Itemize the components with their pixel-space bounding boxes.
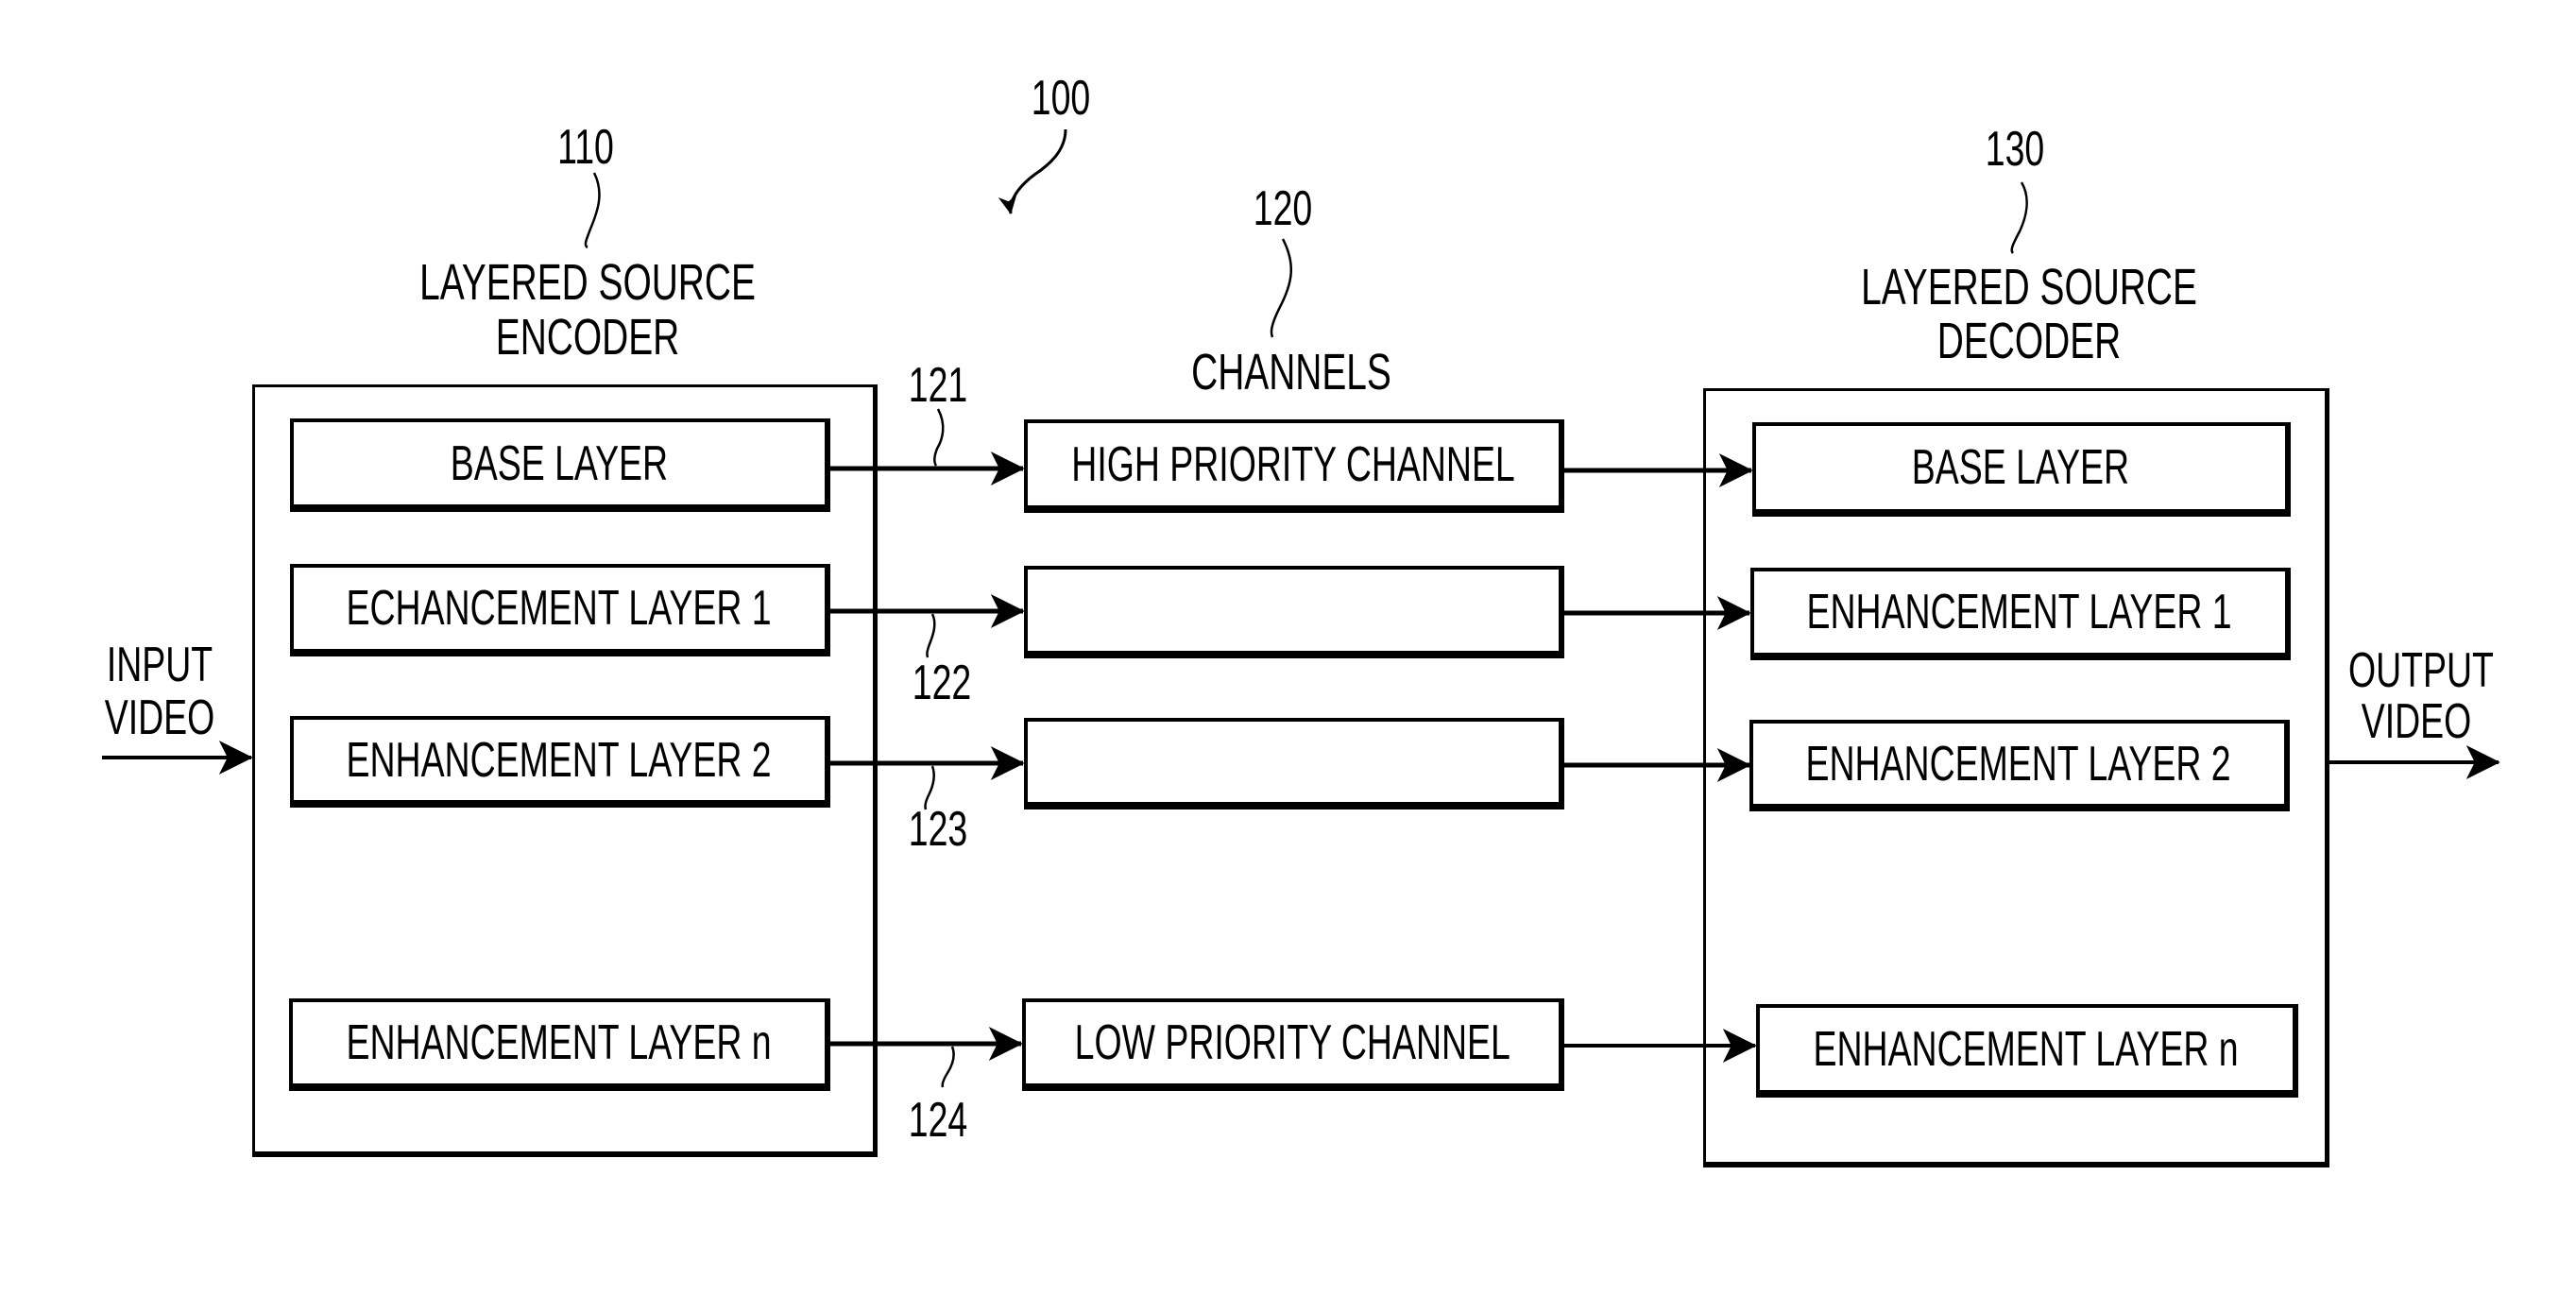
decoder-enhancement-layer-2-label: ENHANCEMENT LAYER 2 — [1805, 736, 2232, 792]
output-label-line1: OUTPUT — [2348, 643, 2494, 698]
encoder-enhancement-layer-2: ENHANCEMENT LAYER 2 — [290, 716, 830, 808]
encoder-enhancement-layer-2-label: ENHANCEMENT LAYER 2 — [346, 732, 773, 788]
encoder-enhancement-layer-n: ENHANCEMENT LAYER n — [289, 998, 830, 1091]
high-priority-channel-label: HIGH PRIORITY CHANNEL — [1071, 436, 1515, 492]
ref-110: 110 — [557, 120, 614, 175]
channels-title: CHANNELS — [1191, 344, 1391, 400]
encoder-title-line1: LAYERED SOURCE — [419, 254, 756, 311]
encoder-enhancement-layer-1-label: ECHANCEMENT LAYER 1 — [346, 581, 773, 636]
input-label-line2: VIDEO — [104, 690, 215, 745]
decoder-enhancement-layer-1: ENHANCEMENT LAYER 1 — [1750, 568, 2291, 660]
encoder-enhancement-layer-n-label: ENHANCEMENT LAYER n — [346, 1015, 772, 1070]
decoder-enhancement-layer-n-label: ENHANCEMENT LAYER n — [1813, 1021, 2240, 1077]
decoder-base-layer-label: BASE LAYER — [1911, 440, 2130, 495]
channel-3 — [1024, 718, 1564, 809]
decoder-enhancement-layer-2: ENHANCEMENT LAYER 2 — [1749, 720, 2290, 811]
ref-121: 121 — [908, 358, 968, 413]
output-label-line2: VIDEO — [2361, 694, 2472, 749]
input-label-line1: INPUT — [106, 638, 213, 692]
encoder-base-layer-label: BASE LAYER — [450, 435, 669, 491]
low-priority-channel: LOW PRIORITY CHANNEL — [1022, 998, 1564, 1091]
ref-130: 130 — [1985, 122, 2045, 177]
encoder-title-line2: ENCODER — [495, 309, 680, 366]
leader-120 — [1270, 238, 1293, 338]
low-priority-channel-label: LOW PRIORITY CHANNEL — [1074, 1015, 1510, 1070]
encoder-base-layer: BASE LAYER — [290, 418, 830, 512]
encoder-enhancement-layer-1: ECHANCEMENT LAYER 1 — [290, 564, 830, 656]
channel-2 — [1024, 566, 1564, 658]
decoder-title-line1: LAYERED SOURCE — [1861, 259, 2197, 315]
layered-video-system-diagram: BASE LAYER ECHANCEMENT LAYER 1 ENHANCEME… — [0, 0, 2576, 1295]
decoder-base-layer: BASE LAYER — [1752, 422, 2291, 517]
leader-124 — [941, 1046, 955, 1088]
ref-122: 122 — [912, 656, 972, 710]
system-100-arrow — [998, 128, 1067, 214]
ref-100: 100 — [1031, 71, 1091, 126]
leader-122 — [926, 613, 936, 658]
decoder-enhancement-layer-1-label: ENHANCEMENT LAYER 1 — [1806, 585, 2233, 639]
decoder-enhancement-layer-n: ENHANCEMENT LAYER n — [1756, 1004, 2298, 1098]
high-priority-channel: HIGH PRIORITY CHANNEL — [1024, 419, 1564, 513]
ref-120: 120 — [1253, 181, 1313, 236]
leader-121 — [933, 408, 945, 467]
ref-123: 123 — [908, 802, 968, 857]
decoder-title-line2: DECODER — [1936, 313, 2122, 369]
leader-110 — [584, 172, 601, 249]
leader-130 — [2010, 181, 2028, 254]
ref-124: 124 — [908, 1093, 968, 1148]
